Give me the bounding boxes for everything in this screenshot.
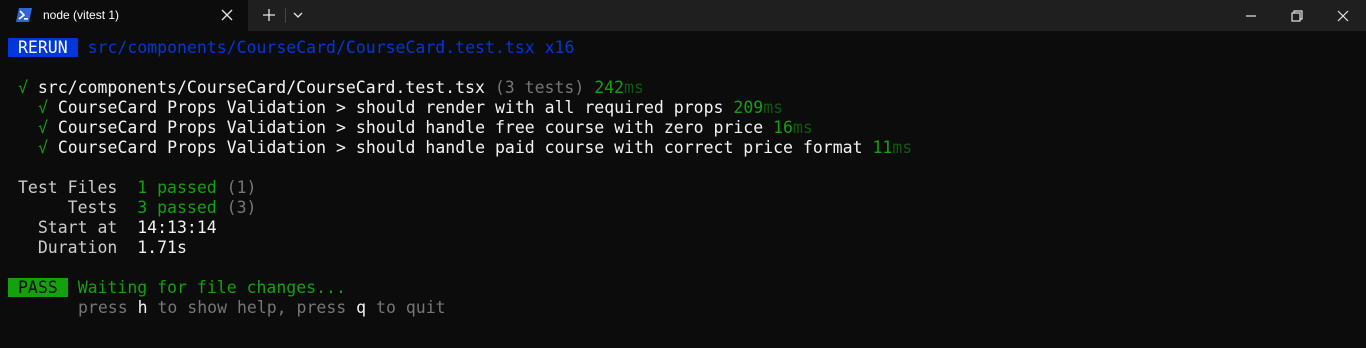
quit-key: q (356, 298, 367, 317)
chevron-down-icon[interactable] (289, 6, 307, 24)
summary-start-at: Start at 14:13:14 (18, 218, 217, 238)
close-window-button[interactable] (1320, 0, 1366, 31)
test-check: √ (38, 98, 48, 117)
test-time: 209 (733, 98, 764, 117)
tab-separator (285, 8, 286, 23)
test-time-unit: ms (892, 138, 913, 157)
summary-label: Test Files (18, 178, 118, 197)
help-key: h (137, 298, 148, 317)
help-hint: press h to show help, press q to quit (78, 298, 446, 318)
rerun-path: src/components/CourseCard/CourseCard.tes… (87, 38, 535, 57)
tab-node-vitest[interactable]: node (vitest 1) (0, 0, 248, 31)
file-check: √ (18, 78, 28, 97)
summary-label: Tests (67, 198, 118, 217)
file-result-line: √ src/components/CourseCard/CourseCard.t… (18, 78, 644, 98)
summary-duration: Duration 1.71s (18, 238, 187, 258)
test-time-unit: ms (793, 118, 813, 137)
help-text: to quit (366, 298, 446, 317)
test-name: CourseCard Props Validation > should han… (57, 138, 863, 157)
title-bar: node (vitest 1) (0, 0, 1366, 31)
status-message: Waiting for file changes... (77, 278, 346, 297)
status-line: PASS Waiting for file changes... (8, 278, 346, 298)
file-time-unit: ms (624, 78, 644, 97)
test-time: 11 (872, 138, 893, 157)
file-time: 242 (594, 78, 624, 97)
restore-button[interactable] (1274, 0, 1320, 31)
summary-total: (1) (226, 178, 257, 197)
file-path: src/components/CourseCard/CourseCard.tes… (37, 78, 485, 97)
terminal-output[interactable]: RERUN src/components/CourseCard/CourseCa… (0, 31, 1366, 348)
summary-tests: Tests 3 passed (3) (18, 198, 257, 218)
summary-total: (3) (226, 198, 257, 217)
minimize-button[interactable] (1228, 0, 1274, 31)
new-tab-button[interactable] (258, 4, 280, 26)
test-name: CourseCard Props Validation > should han… (57, 118, 764, 137)
summary-label: Start at (37, 218, 118, 237)
summary-value: 1 passed (137, 178, 217, 197)
test-time: 16 (773, 118, 793, 137)
rerun-line: RERUN src/components/CourseCard/CourseCa… (8, 38, 574, 58)
close-tab-icon[interactable] (216, 4, 238, 26)
summary-value: 14:13:14 (137, 218, 217, 237)
test-time-unit: ms (763, 98, 784, 117)
test-check: √ (38, 118, 48, 137)
file-test-count: (3 tests) (494, 78, 585, 97)
rerun-count: x16 (544, 38, 575, 57)
summary-label: Duration (37, 238, 118, 257)
rerun-badge: RERUN (8, 38, 78, 57)
test-result-line: √ CourseCard Props Validation > should h… (38, 138, 912, 158)
tab-title: node (vitest 1) (43, 8, 120, 22)
powershell-icon (16, 8, 32, 22)
help-text: press (78, 298, 138, 317)
pass-badge: PASS (8, 278, 68, 297)
test-check: √ (38, 138, 48, 157)
summary-test-files: Test Files 1 passed (1) (18, 178, 256, 198)
summary-value: 1.71s (137, 238, 187, 257)
test-name: CourseCard Props Validation > should ren… (57, 98, 724, 117)
test-result-line: √ CourseCard Props Validation > should h… (38, 118, 813, 138)
test-result-line: √ CourseCard Props Validation > should r… (38, 98, 783, 118)
summary-value: 3 passed (137, 198, 217, 217)
help-text: to show help, press (147, 298, 357, 317)
